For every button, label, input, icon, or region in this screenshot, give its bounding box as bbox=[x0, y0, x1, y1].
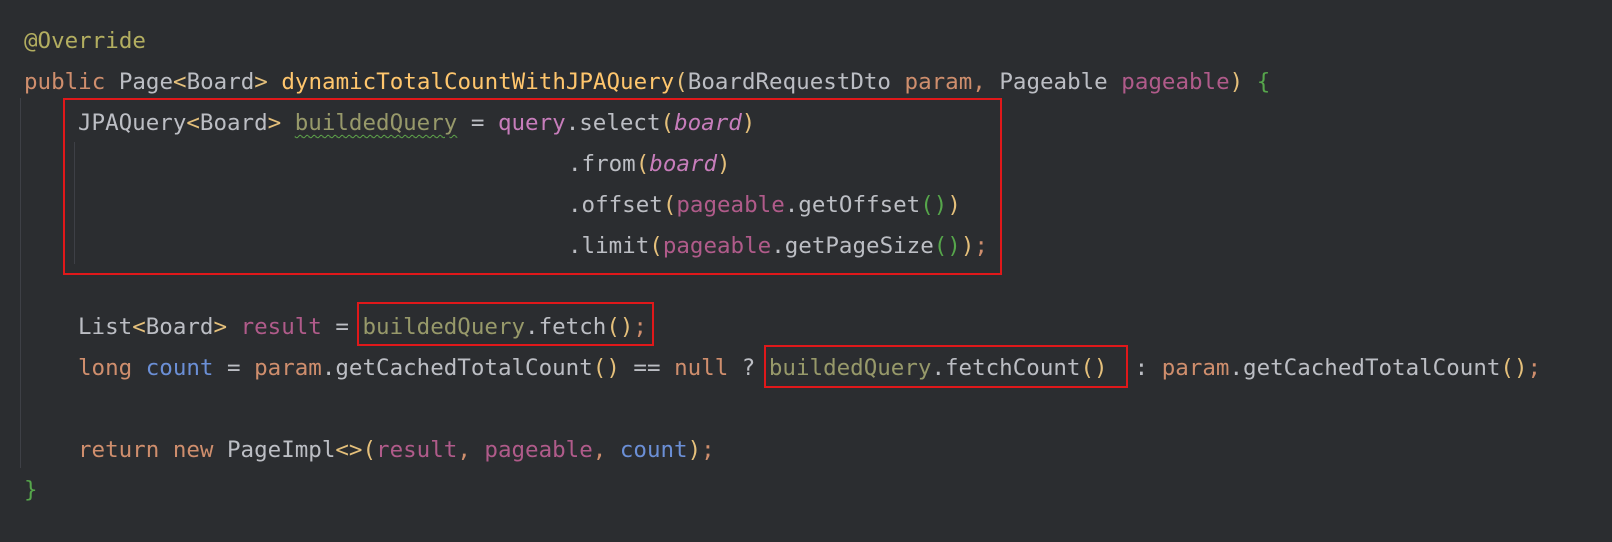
paren-close: ) bbox=[687, 437, 702, 463]
method-get-cached-total-count: .getCachedTotalCount bbox=[321, 355, 593, 381]
param-pageable: pageable bbox=[1121, 69, 1230, 95]
keyword-public: public bbox=[24, 69, 106, 95]
semicolon: ; bbox=[701, 437, 715, 463]
parens: () bbox=[592, 355, 620, 381]
paren-close: ) bbox=[1229, 69, 1244, 95]
angle-close: > bbox=[213, 314, 228, 340]
keyword-new: new bbox=[172, 437, 214, 463]
equals-op: == bbox=[619, 355, 675, 381]
type-board: Board bbox=[186, 69, 255, 95]
var-result: result bbox=[240, 314, 322, 340]
highlight-box-fetch bbox=[357, 302, 654, 346]
parens: () bbox=[1500, 355, 1528, 381]
brace-open: { bbox=[1256, 69, 1271, 95]
code-editor[interactable]: @Override public Page<Board> dynamicTota… bbox=[0, 0, 1612, 542]
keyword-return: return bbox=[78, 437, 160, 463]
paren-open: ( bbox=[362, 437, 377, 463]
angle-open: < bbox=[173, 69, 187, 95]
brace-close: } bbox=[24, 477, 38, 503]
comma: , bbox=[972, 69, 1000, 95]
type-pageable: Pageable bbox=[999, 69, 1108, 95]
comma: , bbox=[592, 437, 620, 463]
highlight-box-query-builder bbox=[63, 98, 1002, 275]
code-line-method-signature: public Page<Board> dynamicTotalCountWith… bbox=[24, 66, 1270, 98]
indent-guide bbox=[20, 98, 21, 468]
code-line-return: return new PageImpl<>(result, pageable, … bbox=[78, 434, 715, 466]
var-result: result bbox=[376, 437, 458, 463]
var-count: count bbox=[619, 437, 688, 463]
type-board: Board bbox=[145, 314, 214, 340]
type-dto: BoardRequestDto bbox=[687, 69, 891, 95]
angle-close: > bbox=[254, 69, 268, 95]
highlight-box-fetch-count bbox=[764, 345, 1128, 388]
type-page-impl: PageImpl bbox=[227, 437, 336, 463]
method-get-cached-total-count: .getCachedTotalCount bbox=[1229, 355, 1501, 381]
keyword-null: null bbox=[674, 355, 729, 381]
paren-open: ( bbox=[674, 69, 688, 95]
code-line-annotation: @Override bbox=[24, 25, 146, 57]
comma: , bbox=[457, 437, 485, 463]
annotation-override: @Override bbox=[24, 28, 146, 54]
var-count: count bbox=[145, 355, 214, 381]
type-page: Page bbox=[118, 69, 174, 95]
param-param: param bbox=[254, 355, 322, 381]
param-param: param bbox=[1161, 355, 1230, 381]
angle-open: < bbox=[132, 314, 146, 340]
method-name: dynamicTotalCountWithJPAQuery bbox=[281, 69, 675, 95]
param-param: param bbox=[904, 69, 973, 95]
semicolon: ; bbox=[1527, 355, 1542, 381]
type-list: List bbox=[78, 314, 133, 340]
keyword-long: long bbox=[78, 355, 133, 381]
param-pageable: pageable bbox=[484, 437, 593, 463]
diamond: <> bbox=[335, 437, 363, 463]
code-line-closing-brace: } bbox=[24, 474, 38, 506]
ternary-question: ? bbox=[728, 355, 769, 381]
assign-op: = bbox=[213, 355, 255, 381]
